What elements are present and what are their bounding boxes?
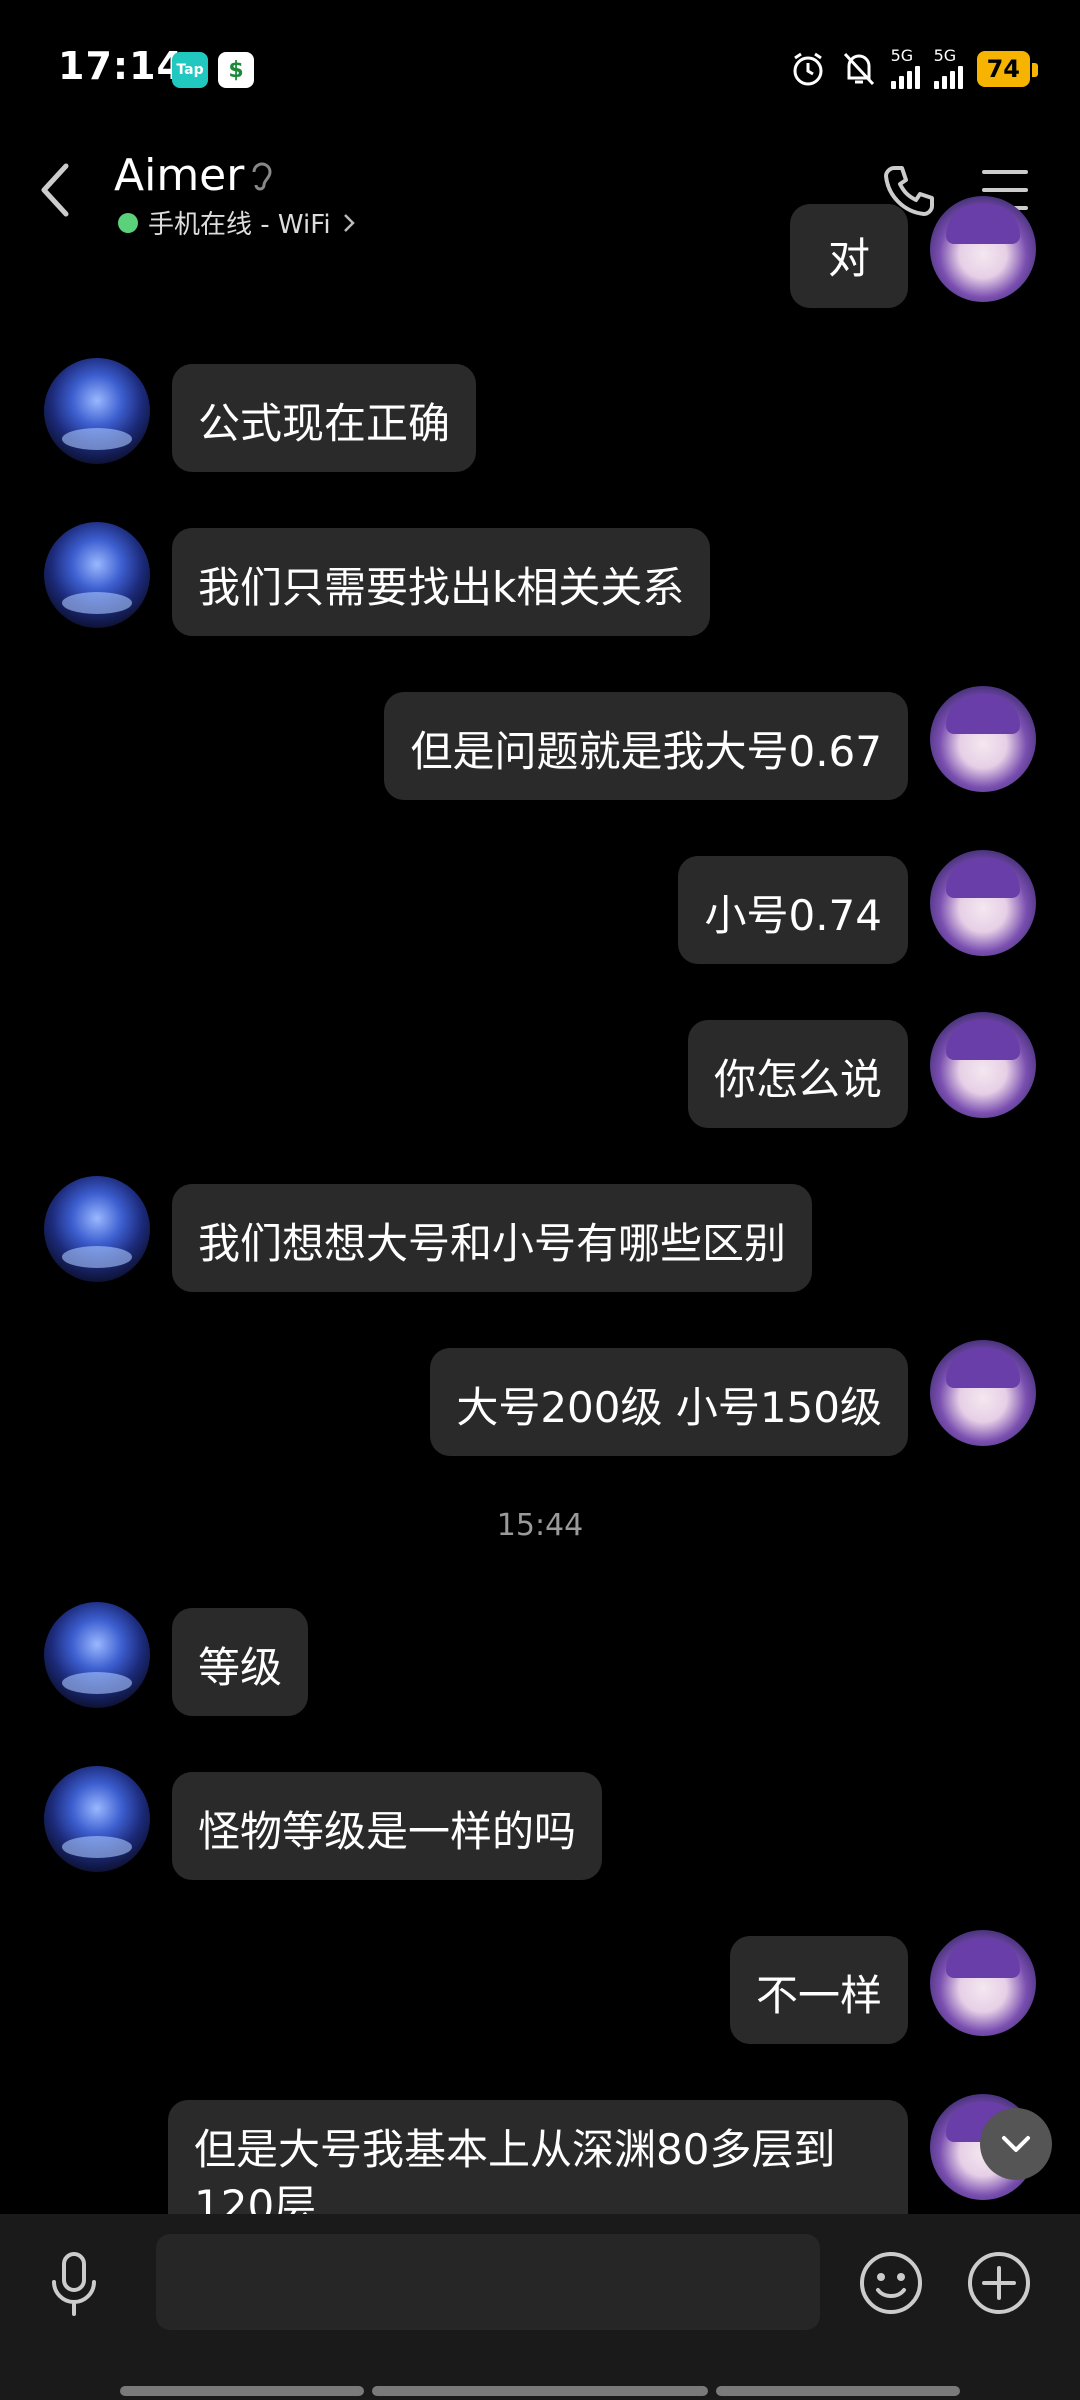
panel-tab[interactable] xyxy=(120,2386,364,2396)
taptap-app-icon: Tap xyxy=(172,52,208,88)
alarm-icon xyxy=(793,52,823,85)
message-text: 我们想想大号和小号有哪些区别 xyxy=(198,1219,787,1268)
my-avatar[interactable] xyxy=(930,850,1036,956)
message-timestamp: 15:44 xyxy=(496,1508,584,1543)
contact-avatar[interactable] xyxy=(44,358,150,464)
message-text: 我们只需要找出k相关关系 xyxy=(198,563,685,612)
message-input[interactable] xyxy=(156,2234,820,2330)
back-icon[interactable] xyxy=(36,160,76,220)
contact-avatar[interactable] xyxy=(44,522,150,628)
message-bubble[interactable]: 对 xyxy=(790,204,908,308)
emoji-icon[interactable] xyxy=(858,2250,924,2316)
contact-avatar[interactable] xyxy=(44,1176,150,1282)
message-text: 不一样 xyxy=(755,1971,882,2020)
signal-icon: 5G xyxy=(933,46,963,89)
chat-title[interactable]: Aimer xyxy=(114,150,244,201)
message-text: 对 xyxy=(827,234,870,283)
message-text: 大号200级 小号150级 xyxy=(456,1383,882,1432)
my-avatar[interactable] xyxy=(930,1930,1036,2036)
scroll-to-bottom-button[interactable] xyxy=(980,2108,1052,2180)
my-avatar[interactable] xyxy=(930,1340,1036,1446)
mic-icon[interactable] xyxy=(44,2250,104,2320)
mute-bell-icon xyxy=(843,52,874,85)
message-text: 但是问题就是我大号0.67 xyxy=(410,727,882,776)
panel-tab[interactable] xyxy=(716,2386,960,2396)
panel-tab[interactable] xyxy=(372,2386,708,2396)
message-bubble[interactable]: 但是问题就是我大号0.67 xyxy=(384,692,908,800)
message-text: 小号0.74 xyxy=(704,891,882,940)
message-text: 公式现在正确 xyxy=(198,399,451,448)
message-text: 怪物等级是一样的吗 xyxy=(198,1807,577,1856)
message-bubble[interactable]: 你怎么说 xyxy=(687,1020,908,1128)
online-status-label: 手机在线 - WiFi xyxy=(148,210,331,240)
message-text: 等级 xyxy=(198,1643,283,1692)
message-bubble[interactable]: 不一样 xyxy=(729,1936,908,2044)
my-avatar[interactable] xyxy=(930,686,1036,792)
message-bubble[interactable]: 小号0.74 xyxy=(678,856,908,964)
message-bubble[interactable]: 我们想想大号和小号有哪些区别 xyxy=(172,1184,813,1292)
status-time: 17:14 xyxy=(58,44,184,88)
contact-avatar[interactable] xyxy=(44,1602,150,1708)
battery-icon: 74 xyxy=(976,50,1039,87)
contact-avatar[interactable] xyxy=(44,1766,150,1872)
network-label: 5G xyxy=(890,46,914,65)
ear-icon xyxy=(252,162,272,191)
chevron-right-icon xyxy=(343,213,355,232)
message-bubble[interactable]: 公式现在正确 xyxy=(172,364,477,472)
message-bubble[interactable]: 大号200级 小号150级 xyxy=(430,1348,908,1456)
chevron-down-icon xyxy=(1002,2136,1030,2152)
my-avatar[interactable] xyxy=(930,1012,1036,1118)
message-bubble[interactable]: 怪物等级是一样的吗 xyxy=(172,1772,603,1880)
online-status[interactable]: 手机在线 - WiFi xyxy=(118,204,357,241)
network-label: 5G xyxy=(933,46,957,65)
message-bubble[interactable]: 等级 xyxy=(172,1608,309,1716)
my-avatar[interactable] xyxy=(930,196,1036,302)
plus-icon[interactable] xyxy=(966,2250,1032,2316)
status-icons: 5G 5G 74 xyxy=(789,46,1039,89)
message-text: 你怎么说 xyxy=(713,1055,882,1104)
finance-app-icon: $ xyxy=(218,52,254,88)
signal-icon: 5G xyxy=(890,46,920,89)
online-dot-icon xyxy=(118,212,138,233)
message-bubble[interactable]: 我们只需要找出k相关关系 xyxy=(172,528,711,636)
